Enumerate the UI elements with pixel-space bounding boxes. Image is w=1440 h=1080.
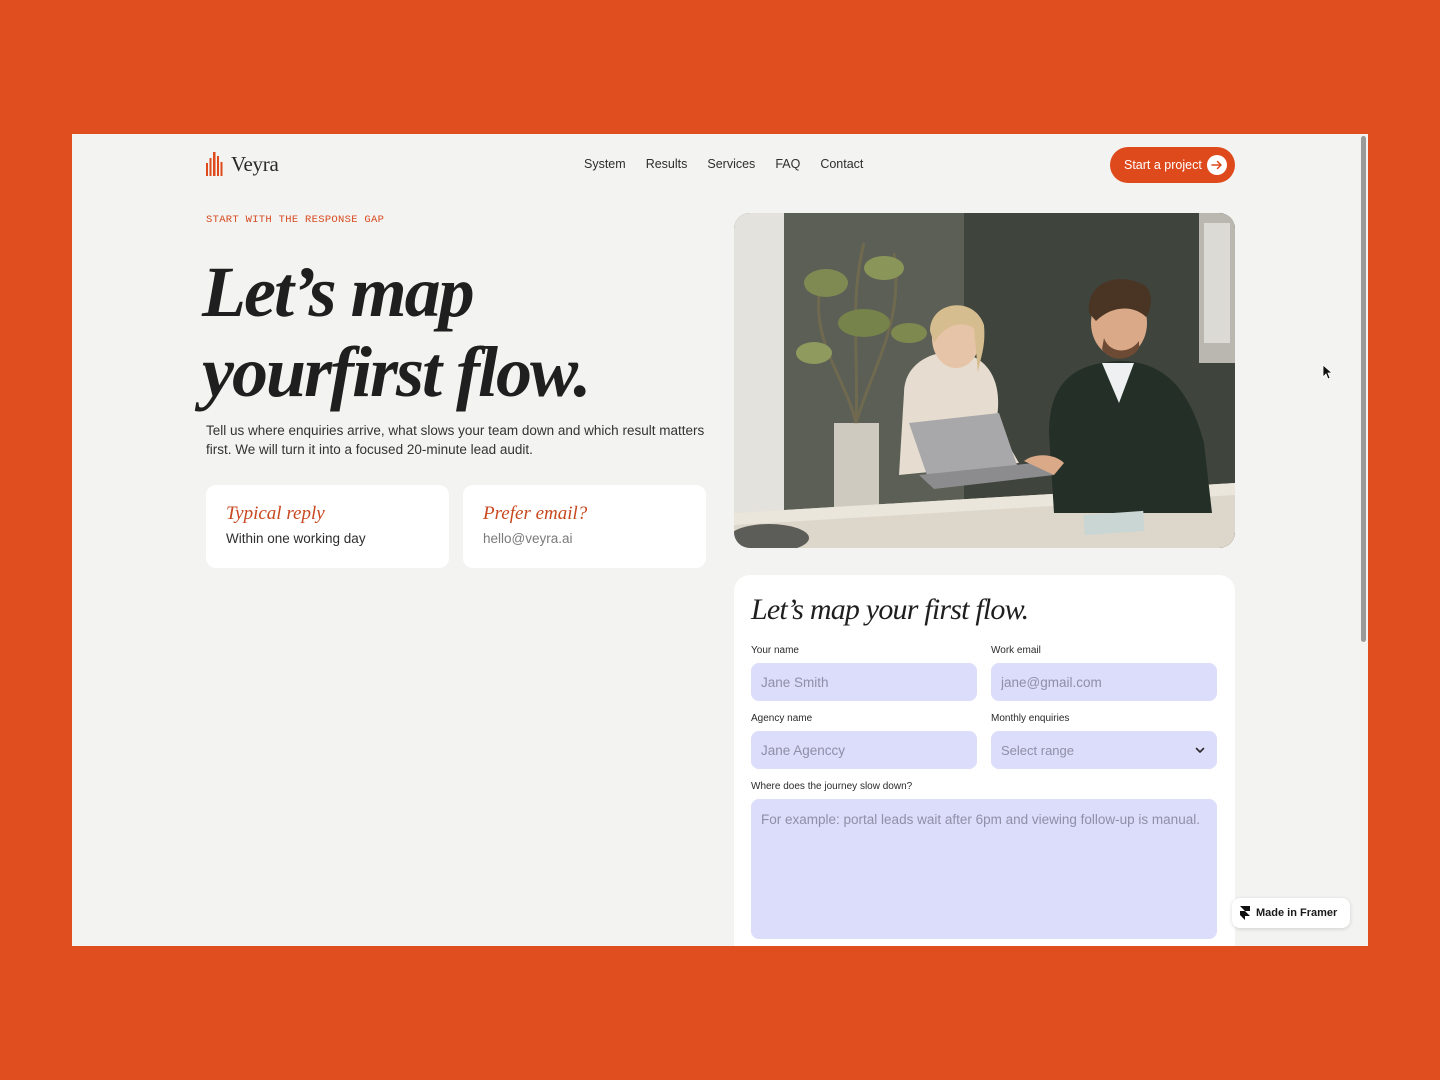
headline-line-1: Let’s map — [202, 252, 475, 332]
scrollbar[interactable] — [1358, 134, 1368, 946]
prefer-email-card: Prefer email? hello@veyra.ai — [463, 485, 706, 568]
email-field: Work email — [991, 645, 1217, 701]
enquiries-select-value: Select range — [1001, 742, 1074, 758]
made-in-framer-badge[interactable]: Made in Framer — [1232, 898, 1350, 928]
contact-form: Let’s map your first flow. Your name Wor… — [734, 575, 1235, 946]
email-label: Work email — [991, 645, 1041, 656]
name-label: Your name — [751, 645, 799, 656]
hero-eyebrow: START WITH THE RESPONSE GAP — [206, 214, 385, 226]
hero-photo — [734, 213, 1235, 548]
top-nav: Veyra System Results Services FAQ Contac… — [72, 134, 1358, 196]
journey-label: Where does the journey slow down? — [751, 781, 913, 792]
nav-link-results[interactable]: Results — [646, 157, 688, 171]
hero-headline: Let’s map yourfirst flow. — [202, 252, 722, 412]
start-project-label: Start a project — [1124, 158, 1202, 172]
start-project-button[interactable]: Start a project — [1110, 147, 1235, 183]
info-card-title: Prefer email? — [483, 503, 588, 524]
enquiries-select[interactable]: Select range — [991, 731, 1217, 769]
hero-lead: Tell us where enquiries arrive, what slo… — [206, 423, 705, 457]
info-card-value: Within one working day — [226, 531, 366, 546]
logo-mark-icon — [206, 152, 223, 176]
form-grid: Your name Work email Agency name Monthly… — [751, 645, 1218, 781]
agency-input[interactable] — [751, 731, 977, 769]
nav-link-contact[interactable]: Contact — [820, 157, 863, 171]
brand-logo[interactable]: Veyra — [205, 151, 279, 177]
nav-link-system[interactable]: System — [584, 157, 626, 171]
scrollbar-thumb[interactable] — [1361, 136, 1366, 642]
name-input[interactable] — [751, 663, 977, 701]
email-input[interactable] — [991, 663, 1217, 701]
agency-field: Agency name — [751, 713, 977, 769]
nav-links: System Results Services FAQ Contact — [584, 157, 863, 171]
form-title: Let’s map your first flow. — [751, 593, 1029, 626]
info-card-title: Typical reply — [226, 503, 325, 524]
mouse-cursor-icon — [1322, 364, 1332, 380]
contact-email-link[interactable]: hello@veyra.ai — [483, 531, 686, 546]
nav-link-services[interactable]: Services — [707, 157, 755, 171]
browser-viewport: Veyra System Results Services FAQ Contac… — [72, 134, 1368, 946]
framer-logo-icon — [1240, 906, 1250, 920]
made-in-framer-label: Made in Framer — [1256, 907, 1338, 919]
journey-field: Where does the journey slow down? — [751, 781, 1218, 944]
name-field: Your name — [751, 645, 977, 701]
brand-name: Veyra — [231, 151, 279, 176]
arrow-right-icon — [1207, 155, 1227, 175]
journey-textarea[interactable] — [751, 799, 1217, 939]
nav-link-faq[interactable]: FAQ — [775, 157, 800, 171]
headline-line-2: yourfirst flow. — [202, 332, 591, 412]
enquiries-field: Monthly enquiries Select range — [991, 713, 1217, 769]
agency-label: Agency name — [751, 713, 813, 724]
typical-reply-card: Typical reply Within one working day — [206, 485, 449, 568]
enquiries-label: Monthly enquiries — [991, 713, 1070, 724]
chevron-down-icon — [1195, 747, 1205, 753]
